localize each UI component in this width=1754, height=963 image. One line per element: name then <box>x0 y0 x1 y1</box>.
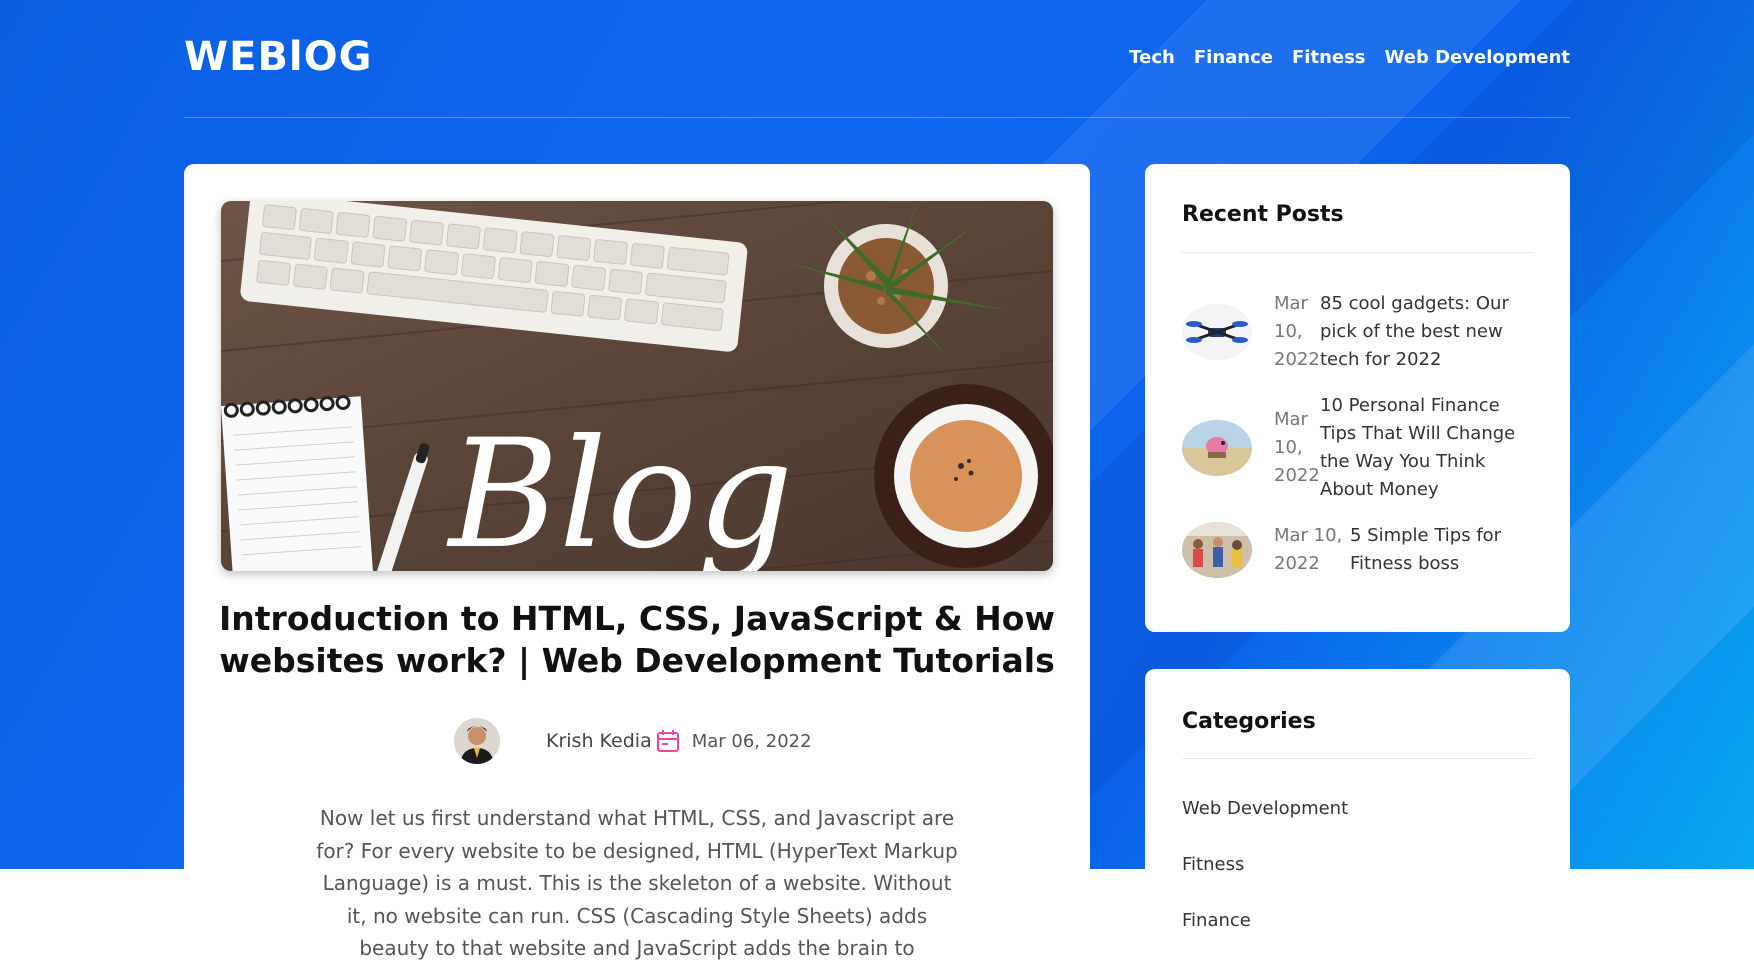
category-web-development[interactable]: Web Development <box>1182 798 1348 819</box>
categories-widget: Categories Web Development Fitness Finan… <box>1145 669 1570 963</box>
recent-post-title[interactable]: 85 cool gadgets: Our pick of the best ne… <box>1320 290 1533 374</box>
recent-post-date: Mar 10, 2022 <box>1274 409 1320 486</box>
main-nav: Tech Finance Fitness Web Development <box>1129 47 1570 68</box>
post-author[interactable]: Krish Kedia <box>546 730 652 752</box>
gym-thumbnail[interactable] <box>1182 522 1252 578</box>
post-title[interactable]: Introduction to HTML, CSS, JavaScript & … <box>214 598 1060 682</box>
categories-title: Categories <box>1182 709 1316 734</box>
post-image-text: Blog <box>446 408 794 571</box>
category-fitness[interactable]: Fitness <box>1182 854 1244 875</box>
recent-post-date: Mar 10, 2022 <box>1274 293 1320 370</box>
divider <box>1182 252 1533 253</box>
recent-post-title[interactable]: 10 Personal Finance Tips That Will Chang… <box>1320 392 1533 504</box>
recent-posts-widget: Recent Posts Mar 10, 2022 85 cool gadget… <box>1145 164 1570 632</box>
recent-post-item[interactable]: Mar 10, 2022 5 Simple Tips for Fitness b… <box>1182 522 1533 578</box>
recent-post-item[interactable]: Mar 10, 2022 10 Personal Finance Tips Th… <box>1182 392 1533 504</box>
post-featured-image[interactable]: Blog <box>221 201 1053 571</box>
drone-thumbnail[interactable] <box>1182 304 1252 360</box>
site-header: WEBlOG Tech Finance Fitness Web Developm… <box>184 0 1570 118</box>
nav-link-web-development[interactable]: Web Development <box>1385 47 1570 68</box>
calendar-icon <box>656 729 680 753</box>
post-excerpt: Now let us first understand what HTML, C… <box>316 806 958 960</box>
post-card: Blog Introduction to HTML, CSS, JavaScri… <box>184 164 1090 963</box>
site-logo[interactable]: WEBlOG <box>184 34 372 80</box>
recent-post-date: Mar 10, 2022 <box>1274 525 1343 574</box>
piggy-bank-thumbnail[interactable] <box>1182 420 1252 476</box>
recent-post-title[interactable]: 5 Simple Tips for Fitness boss <box>1350 522 1533 578</box>
recent-post-item[interactable]: Mar 10, 2022 85 cool gadgets: Our pick o… <box>1182 290 1533 374</box>
category-finance[interactable]: Finance <box>1182 910 1251 931</box>
nav-link-finance[interactable]: Finance <box>1194 47 1273 68</box>
recent-posts-title: Recent Posts <box>1182 202 1344 227</box>
divider <box>1182 758 1533 759</box>
nav-link-fitness[interactable]: Fitness <box>1292 47 1366 68</box>
post-date: Mar 06, 2022 <box>691 730 812 752</box>
author-avatar <box>454 718 500 764</box>
nav-link-tech[interactable]: Tech <box>1129 47 1175 68</box>
post-meta: Krish Kedia Mar 06, 2022 <box>454 717 812 765</box>
